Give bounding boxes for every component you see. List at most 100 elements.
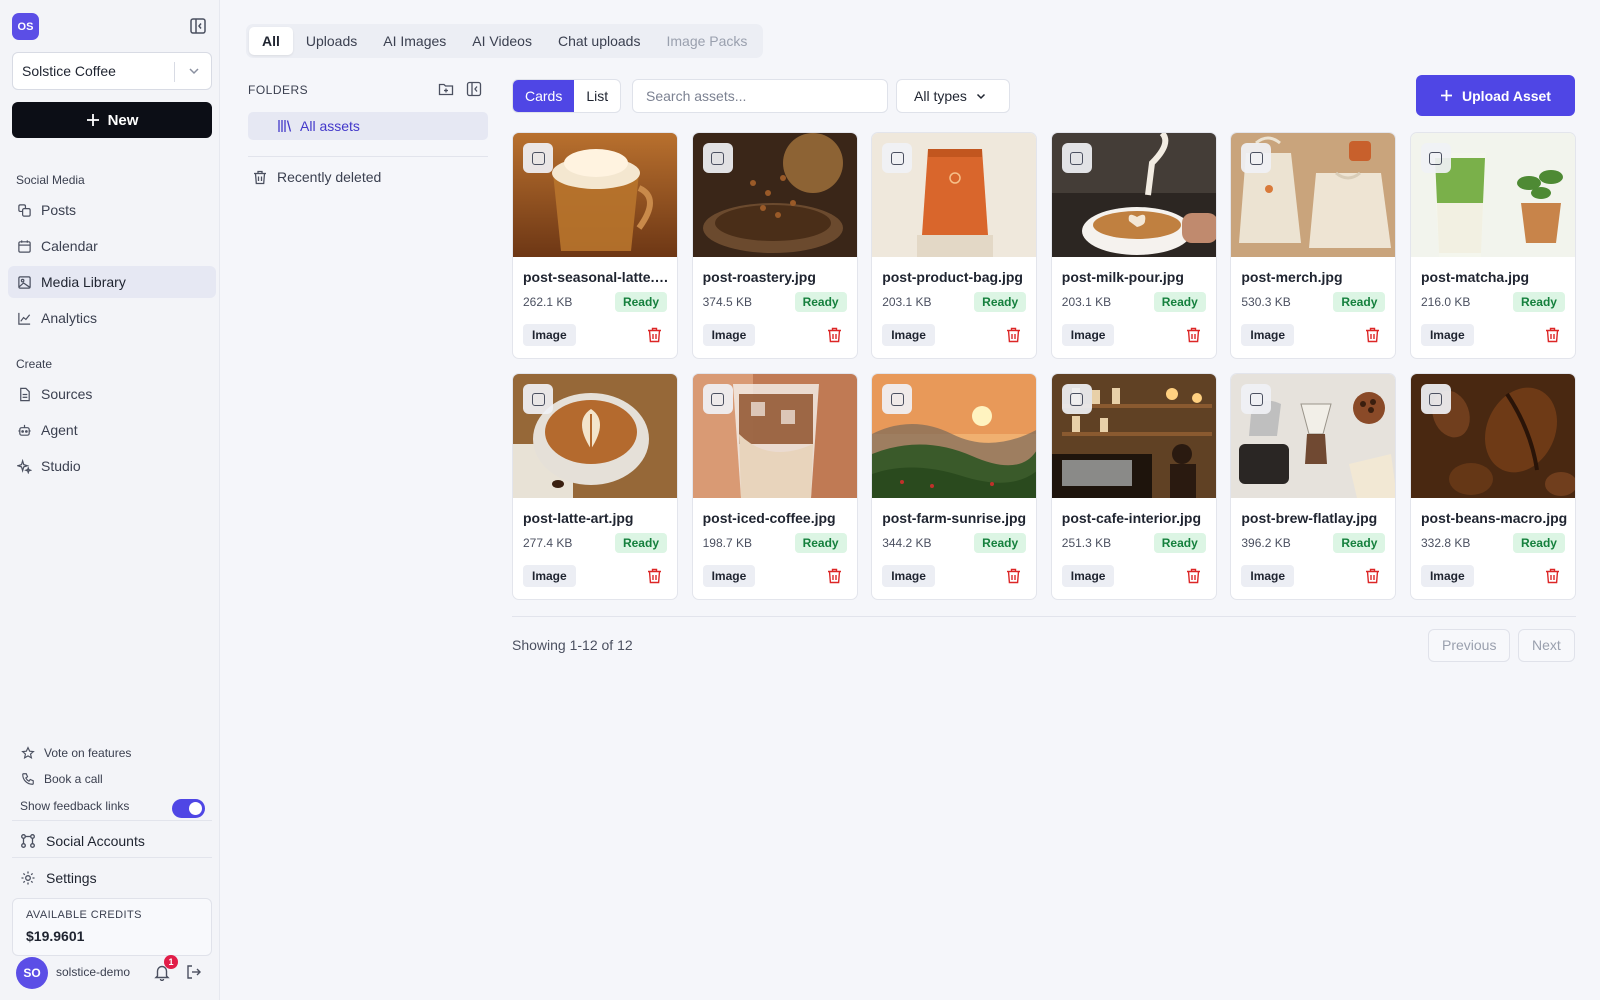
asset-card[interactable]: post-cafe-interior.jpg 251.3 KB Ready Image [1050,373,1217,600]
status-badge: Ready [614,292,667,312]
folder-recently-deleted[interactable]: Recently deleted [253,169,381,185]
search-input[interactable] [632,79,888,113]
new-folder-icon[interactable] [438,81,454,97]
asset-select-checkbox[interactable] [1061,384,1092,414]
previous-page-button[interactable]: Previous [1428,629,1511,662]
sidebar-item-agent[interactable]: Agent [8,414,216,446]
chevron-down-icon [976,93,985,100]
trash-icon[interactable] [1006,568,1021,584]
trash-icon[interactable] [1186,568,1201,584]
view-cards-button[interactable]: Cards [513,80,575,112]
asset-select-checkbox[interactable] [702,143,733,173]
asset-select-checkbox[interactable] [1420,384,1451,414]
book-call-link[interactable]: Book a call [21,772,103,786]
chart-line-icon [18,312,31,325]
asset-select-checkbox[interactable] [523,384,553,414]
asset-select-checkbox[interactable] [1241,384,1272,414]
gear-icon [21,871,35,885]
checkbox-square-icon [1429,392,1443,406]
asset-select-checkbox[interactable] [1420,143,1451,173]
tab-ai-videos[interactable]: AI Videos [459,27,545,55]
status-badge: Ready [1512,292,1565,312]
view-list-button[interactable]: List [574,80,620,112]
phone-icon [22,773,34,785]
sidebar-item-posts[interactable]: Posts [8,194,216,226]
asset-select-checkbox[interactable] [1241,143,1272,173]
asset-file-name: post-brew-flatlay.jpg [1241,510,1378,526]
trash-icon[interactable] [827,568,842,584]
trash-icon[interactable] [647,568,662,584]
collapse-folders-icon[interactable] [466,81,482,97]
vote-features-label: Vote on features [44,746,132,760]
trash-icon[interactable] [1545,327,1560,343]
status-badge: Ready [974,292,1027,312]
asset-card[interactable]: post-roastery.jpg 374.5 KB Ready Image [691,132,858,359]
asset-select-checkbox[interactable] [882,384,913,414]
asset-file-name: post-roastery.jpg [702,269,816,285]
trash-icon[interactable] [1365,327,1380,343]
sidebar-item-label: Media Library [41,274,126,290]
grid-footer-divider [512,616,1576,617]
tab-image-packs[interactable]: Image Packs [653,27,760,55]
settings-link[interactable]: Settings [20,870,97,886]
upload-asset-button[interactable]: Upload Asset [1416,75,1575,116]
asset-card[interactable]: post-latte-art.jpg 277.4 KB Ready Image [512,373,678,600]
trash-icon[interactable] [1186,327,1201,343]
asset-card[interactable]: post-brew-flatlay.jpg 396.2 KB Ready Image [1230,373,1397,600]
tab-ai-images[interactable]: AI Images [370,27,459,55]
asset-file-size: 262.1 KB [523,295,573,309]
asset-type-badge: Image [702,324,756,346]
sidebar-item-studio[interactable]: Studio [8,450,216,482]
asset-select-checkbox[interactable] [702,384,733,414]
trash-icon[interactable] [1006,327,1021,343]
asset-type-badge: Image [1420,324,1474,346]
image-icon [18,275,31,289]
asset-file-size: 277.4 KB [523,536,573,550]
asset-type-badge: Image [1061,324,1115,346]
asset-card[interactable]: post-iced-coffee.jpg 198.7 KB Ready Image [691,373,858,600]
logout-icon[interactable] [185,963,203,981]
library-icon [278,120,292,132]
asset-card[interactable]: post-seasonal-latte.jpg 262.1 KB Ready Imag… [512,132,678,359]
social-accounts-link[interactable]: Social Accounts [20,833,145,849]
asset-type-badge: Image [523,324,576,346]
asset-card[interactable]: post-beans-macro.jpg 332.8 KB Ready Image [1409,373,1576,600]
asset-file-name: post-product-bag.jpg [882,269,1023,285]
asset-card[interactable]: post-farm-sunrise.jpg 344.2 KB Ready Image [871,373,1038,600]
feedback-toggle-label: Show feedback links [20,799,129,813]
workspace-selector[interactable]: Solstice Coffee [12,52,212,90]
asset-select-checkbox[interactable] [1061,143,1092,173]
sidebar-item-analytics[interactable]: Analytics [8,302,216,334]
asset-card[interactable]: post-matcha.jpg 216.0 KB Ready Image [1409,132,1576,359]
trash-icon[interactable] [1545,568,1560,584]
asset-card[interactable]: post-milk-pour.jpg 203.1 KB Ready Image [1050,132,1217,359]
sidebar-item-media-library[interactable]: Media Library [8,266,216,298]
sidebar-item-sources[interactable]: Sources [8,378,216,410]
folders-title: FOLDERS [248,83,309,97]
type-filter-select[interactable]: All types [896,79,1010,113]
vote-features-link[interactable]: Vote on features [21,746,131,760]
avatar[interactable]: SO [16,957,48,989]
checkbox-square-icon [890,392,904,406]
checkbox-square-icon [531,392,545,406]
trash-icon[interactable] [827,327,842,343]
trash-icon[interactable] [647,327,662,343]
asset-select-checkbox[interactable] [882,143,913,173]
tab-all[interactable]: All [249,27,293,55]
trash-icon [254,170,266,184]
status-badge: Ready [1333,292,1386,312]
sidebar-item-calendar[interactable]: Calendar [8,230,216,262]
asset-card[interactable]: post-product-bag.jpg 203.1 KB Ready Image [871,132,1038,359]
checkbox-square-icon [1070,151,1084,165]
folder-all-assets[interactable]: All assets [248,112,488,140]
trash-icon[interactable] [1365,568,1380,584]
workspace-name: Solstice Coffee [22,63,116,79]
next-page-button[interactable]: Next [1518,629,1575,662]
collapse-sidebar-icon[interactable] [189,17,207,35]
feedback-links-toggle[interactable] [172,799,205,818]
asset-select-checkbox[interactable] [523,143,553,173]
new-button[interactable]: New [12,102,212,138]
tab-chat-uploads[interactable]: Chat uploads [545,27,654,55]
tab-uploads[interactable]: Uploads [293,27,370,55]
asset-card[interactable]: post-merch.jpg 530.3 KB Ready Image [1230,132,1397,359]
